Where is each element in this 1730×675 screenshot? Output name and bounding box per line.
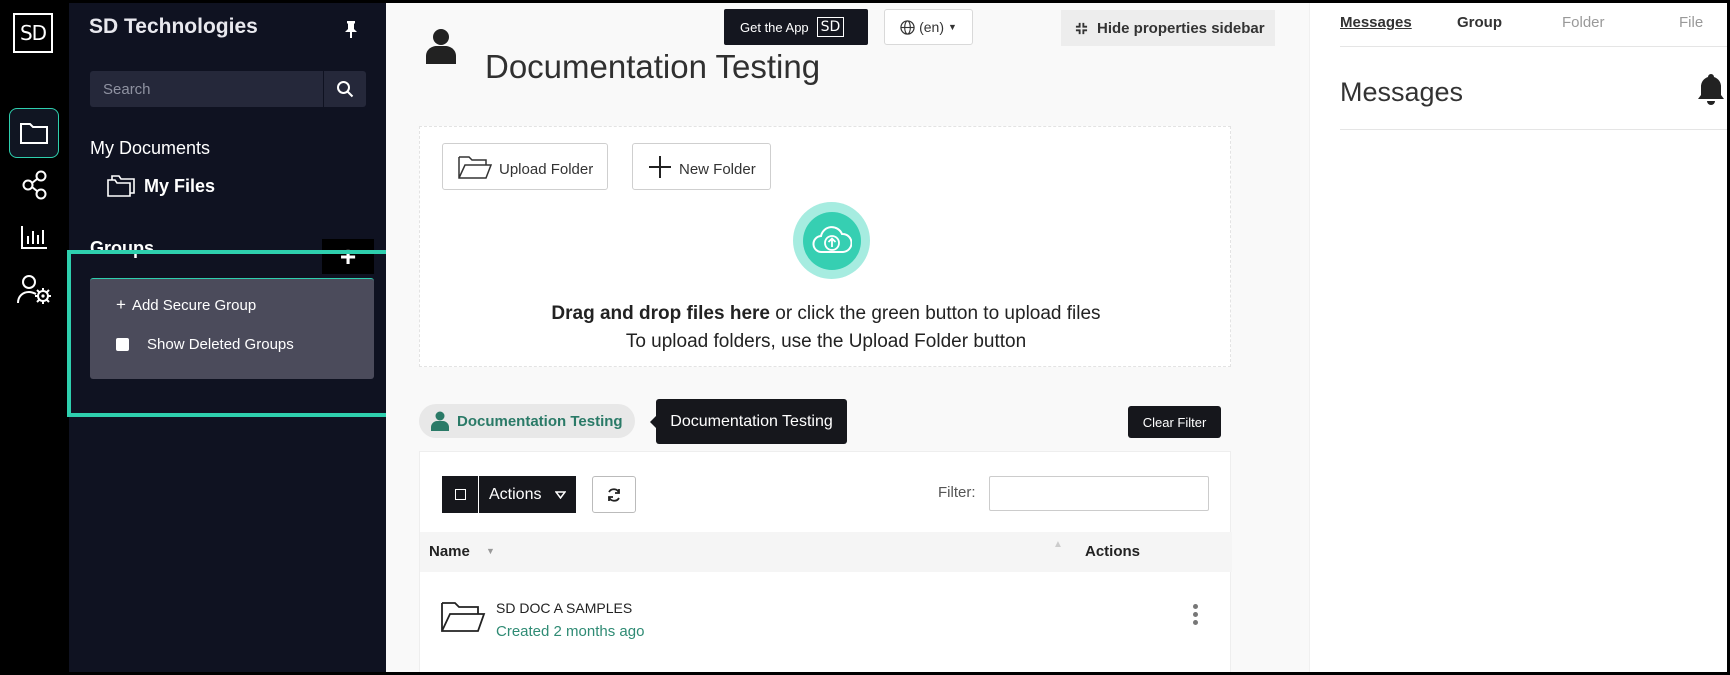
sort-asc-icon[interactable]: ▲ (1053, 539, 1063, 550)
pin-sidebar-button[interactable] (344, 20, 358, 43)
drag-drop-bold: Drag and drop files here (551, 303, 770, 324)
user-settings-icon (17, 275, 51, 304)
clear-filter-button[interactable]: Clear Filter (1128, 406, 1221, 438)
row-name[interactable]: SD DOC A SAMPLES (496, 600, 632, 616)
messages-title: Messages (1340, 77, 1464, 107)
sidebar-search-input[interactable]: Search (90, 71, 323, 107)
groups-add-button[interactable]: + (322, 239, 374, 274)
properties-sidebar: Messages Group Folder File Messages (1309, 0, 1730, 675)
upload-folder-label: Upload Folder (499, 161, 594, 178)
show-deleted-groups-label: Show Deleted Groups (147, 336, 294, 353)
upload-folder-hint: To upload folders, use the Upload Folder… (625, 331, 1027, 352)
filter-label: Filter: (938, 484, 976, 501)
plus-icon (649, 155, 671, 178)
tab-messages[interactable]: Messages (1340, 14, 1412, 31)
sidebar: SD Technologies Search My Documents My F… (69, 0, 386, 675)
column-header-name[interactable]: Name (429, 543, 470, 560)
folders-icon (107, 175, 135, 197)
divider (1340, 129, 1730, 130)
main-content: Documentation Testing Get the App SD (en… (386, 0, 1309, 675)
upload-files-button[interactable] (793, 202, 870, 279)
upload-folder-button[interactable]: Upload Folder (442, 143, 609, 190)
page-title: Documentation Testing (485, 48, 821, 85)
globe-icon (900, 19, 915, 35)
row-created: Created 2 months ago (496, 623, 645, 640)
documents-nav-button[interactable] (9, 108, 59, 158)
search-placeholder: Search (103, 80, 151, 98)
plus-icon: + (116, 295, 126, 314)
show-deleted-groups-item[interactable]: Show Deleted Groups (116, 336, 294, 353)
open-folder-icon (440, 600, 486, 639)
tab-group[interactable]: Group (1457, 14, 1502, 31)
actions-label: Actions (489, 485, 542, 503)
table-header: Name ▼ ▲ Actions (420, 532, 1232, 572)
new-folder-label: New Folder (679, 161, 756, 178)
column-header-actions: Actions (1085, 543, 1141, 560)
user-icon (431, 411, 449, 431)
open-folder-icon (458, 155, 493, 179)
actions-dropdown-button[interactable]: Actions (479, 476, 576, 513)
row-menu-button[interactable] (1193, 604, 1199, 628)
cloud-upload-icon (812, 225, 852, 253)
get-app-label: Get the App (740, 19, 809, 35)
share-nav-button[interactable] (9, 160, 59, 210)
hide-sidebar-label: Hide properties sidebar (1097, 19, 1265, 37)
sidebar-search-button[interactable] (324, 71, 366, 107)
drag-drop-rest: or click the green button to upload file… (769, 303, 1101, 324)
chart-icon (21, 226, 47, 249)
analytics-nav-button[interactable] (9, 212, 59, 262)
drag-drop-text: Drag and drop files here or click the gr… (420, 303, 1232, 325)
groups-dropdown-menu: + Add Secure Group Show Deleted Groups (90, 278, 374, 379)
hide-properties-sidebar-button[interactable]: Hide properties sidebar (1061, 10, 1275, 46)
user-icon (426, 28, 456, 69)
breadcrumb-chip[interactable]: Documentation Testing (419, 404, 635, 438)
language-selector[interactable]: (en) ▼ (884, 9, 973, 45)
collapse-icon (1075, 22, 1088, 34)
show-deleted-groups-checkbox[interactable] (116, 338, 129, 351)
user-settings-nav-button[interactable] (9, 264, 59, 314)
tab-folder[interactable]: Folder (1562, 14, 1605, 31)
get-app-button[interactable]: Get the App SD (724, 9, 868, 45)
new-folder-button[interactable]: New Folder (632, 143, 771, 190)
checkbox-icon (454, 489, 466, 500)
sort-desc-icon[interactable]: ▼ (486, 546, 495, 556)
caret-down-icon (555, 490, 567, 499)
add-secure-group-item[interactable]: + Add Secure Group (116, 295, 256, 315)
folder-icon (20, 123, 48, 144)
share-icon (22, 170, 47, 200)
my-documents-heading: My Documents (90, 138, 211, 158)
search-icon (337, 81, 354, 98)
icon-rail: SD (0, 0, 69, 675)
bell-icon[interactable] (1696, 72, 1726, 111)
files-table: Actions Filter: Name ▼ ▲ Actions SD DOC … (419, 451, 1232, 675)
brand-name: SD Technologies (89, 15, 258, 38)
upload-dropzone[interactable]: Upload Folder New Folder Drag and drop f… (419, 126, 1231, 367)
filter-input[interactable] (989, 476, 1209, 511)
refresh-icon (608, 487, 620, 502)
select-all-checkbox[interactable] (442, 476, 478, 513)
breadcrumb-chip-label: Documentation Testing (457, 412, 623, 430)
properties-tabs: Messages Group Folder File (1340, 14, 1730, 47)
plus-icon: + (339, 240, 357, 272)
my-files-label: My Files (144, 175, 216, 196)
pin-icon (345, 21, 357, 38)
add-secure-group-label: Add Secure Group (131, 296, 257, 314)
groups-heading: Groups (90, 238, 155, 258)
tab-file[interactable]: File (1679, 14, 1703, 31)
caret-down-icon: ▼ (947, 22, 957, 32)
app-logo[interactable]: SD (13, 13, 53, 53)
sd-badge-icon: SD (816, 17, 845, 37)
my-files-link[interactable]: My Files (106, 175, 215, 197)
language-label: (en) (919, 19, 944, 35)
kebab-icon (1193, 604, 1198, 609)
refresh-button[interactable] (592, 476, 636, 513)
breadcrumb-tooltip: Documentation Testing (650, 399, 847, 444)
